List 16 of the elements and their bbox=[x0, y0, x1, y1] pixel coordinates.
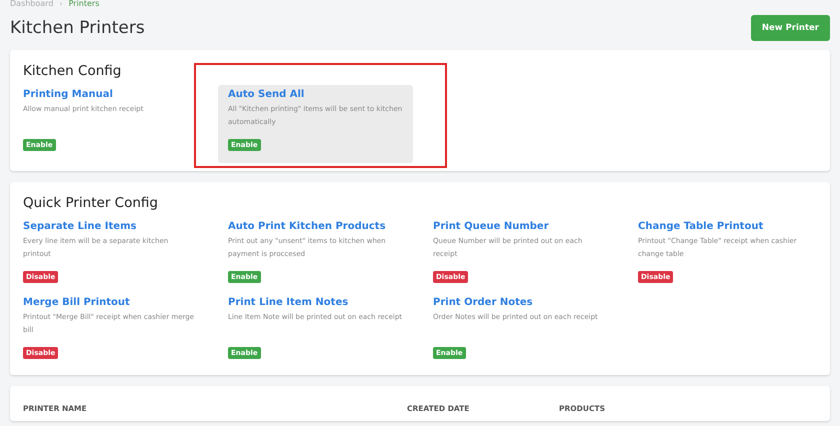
setting-link[interactable]: Print Line Item Notes bbox=[228, 297, 403, 308]
page-title: Kitchen Printers bbox=[10, 18, 145, 38]
setting-link[interactable]: Auto Send All bbox=[228, 89, 403, 100]
setting-link[interactable]: Merge Bill Printout bbox=[23, 297, 198, 308]
setting-link[interactable]: Printing Manual bbox=[23, 89, 198, 100]
setting-link[interactable]: Auto Print Kitchen Products bbox=[228, 221, 403, 232]
section-title: Kitchen Config bbox=[23, 63, 122, 79]
setting-link[interactable]: Separate Line Items bbox=[23, 221, 198, 232]
setting-link[interactable]: Print Queue Number bbox=[433, 221, 608, 232]
breadcrumb-link[interactable]: Dashboard bbox=[10, 0, 54, 10]
breadcrumb-link[interactable]: Printers bbox=[68, 0, 100, 10]
setting-link[interactable]: Change Table Printout bbox=[638, 221, 813, 232]
breadcrumb-separator: › bbox=[59, 0, 63, 10]
new-printer-button[interactable]: New Printer bbox=[750, 15, 830, 41]
setting-link[interactable]: Print Order Notes bbox=[433, 297, 608, 308]
section-title: Quick Printer Config bbox=[23, 195, 159, 211]
